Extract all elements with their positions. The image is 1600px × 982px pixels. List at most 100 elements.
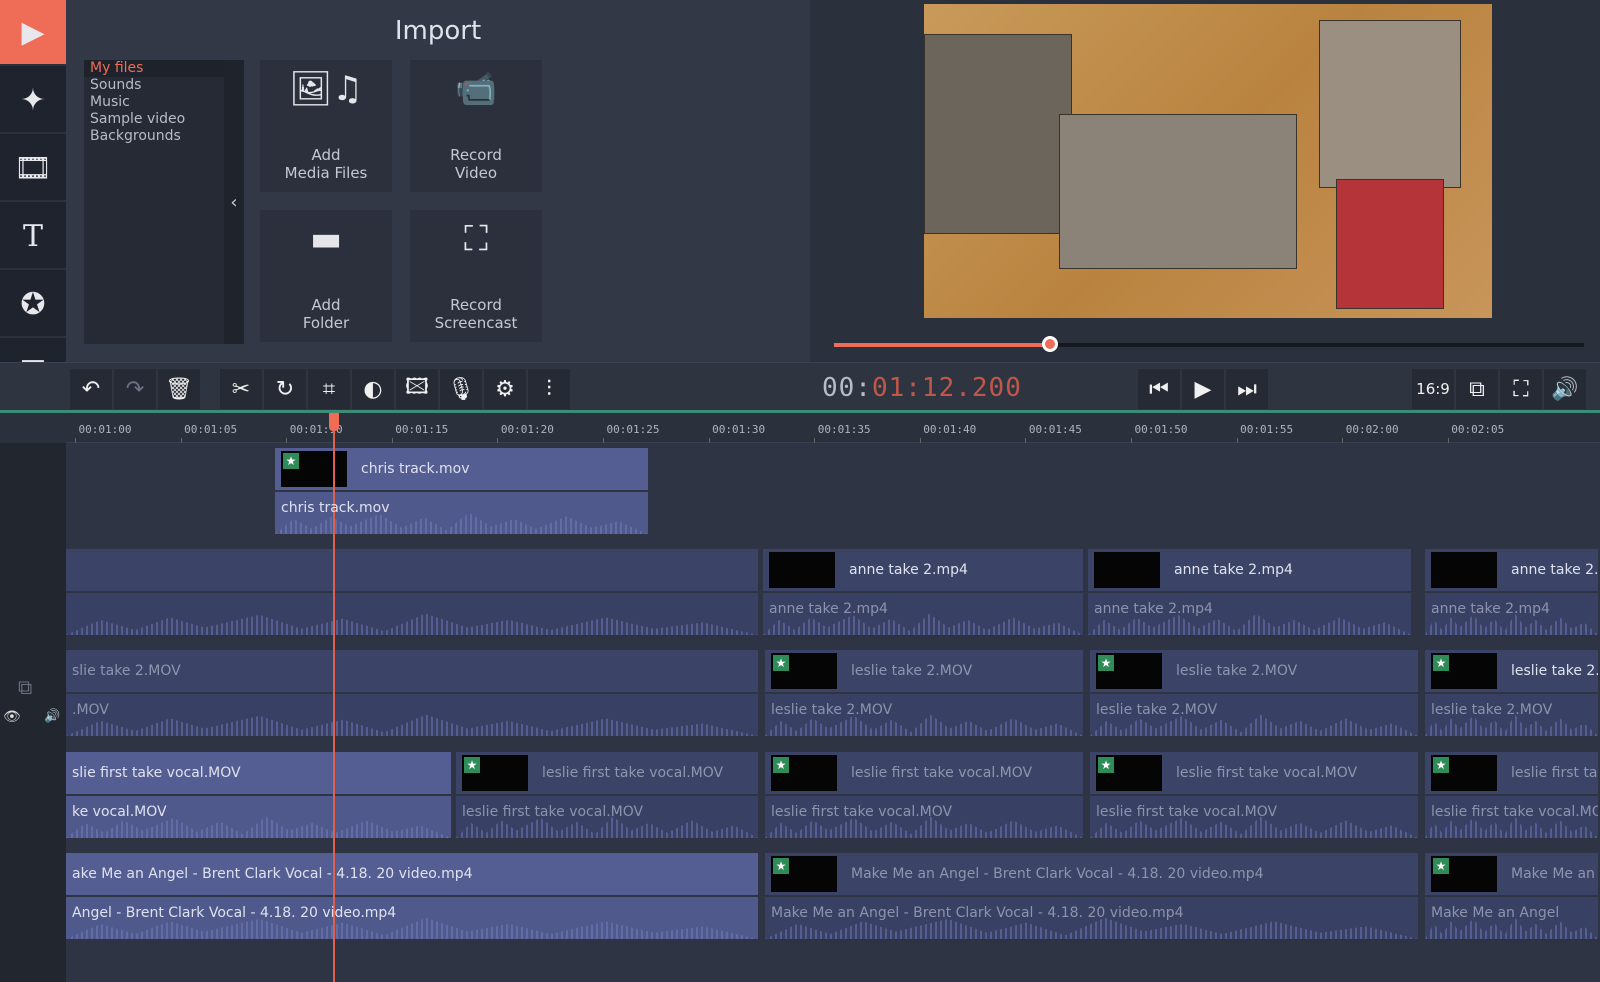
record-video-button[interactable]: 📹 Record Video xyxy=(410,60,542,192)
video-clip[interactable]: ★ leslie first take vocal.MOV xyxy=(456,752,758,794)
audio-clip[interactable]: Angel - Brent Clark Vocal - 4.18. 20 vid… xyxy=(66,897,758,939)
star-icon: ★ xyxy=(464,757,480,773)
audio-clip[interactable]: anne take 2.mp4 xyxy=(1425,593,1598,635)
film-play-icon: ▶ xyxy=(21,14,45,50)
audio-clip[interactable]: leslie take 2.MOV xyxy=(1425,694,1598,736)
video-clip[interactable]: ★ leslie take 2.MOV xyxy=(1425,650,1598,692)
video-participant xyxy=(1059,114,1297,269)
playhead-handle[interactable] xyxy=(329,413,339,431)
video-clip[interactable]: ★ leslie take 2.MOV xyxy=(765,650,1083,692)
clip-label: leslie take 2.MOV xyxy=(1431,702,1553,718)
transitions-tab[interactable]: 🎞 xyxy=(0,136,66,202)
cut-button[interactable]: ✂ xyxy=(220,369,262,409)
titles-tab[interactable]: T xyxy=(0,204,66,270)
skip-back-icon: ⏮ xyxy=(1149,376,1169,402)
color-adjust-button[interactable]: ◐ xyxy=(352,369,394,409)
ruler-label: 00:01:20 xyxy=(500,423,554,436)
category-backgrounds[interactable]: Backgrounds xyxy=(84,128,224,145)
filters-tab[interactable]: ✦ xyxy=(0,68,66,134)
collapse-panel-button[interactable]: ‹ xyxy=(224,60,244,344)
star-icon: ★ xyxy=(773,757,789,773)
rotate-icon: ↻ xyxy=(275,376,295,402)
screencast-icon: ⛶ xyxy=(464,219,488,259)
stickers-tab[interactable]: ✪ xyxy=(0,272,66,338)
audio-clip[interactable]: leslie take 2.MOV xyxy=(1090,694,1418,736)
volume-icon[interactable]: 🔊 xyxy=(44,709,60,724)
audio-clip[interactable]: Make Me an Angel - Brent Clark Vocal - 4… xyxy=(765,897,1418,939)
video-clip[interactable]: anne take 2.mp4 xyxy=(1088,549,1411,591)
rotate-button[interactable]: ↻ xyxy=(264,369,306,409)
video-clip[interactable]: ake Me an Angel - Brent Clark Vocal - 4.… xyxy=(66,853,758,895)
ruler-label: 00:02:00 xyxy=(1345,423,1399,436)
film-transition-icon: 🎞 xyxy=(13,150,53,186)
star-icon: ★ xyxy=(773,858,789,874)
crop-button[interactable]: ⌗ xyxy=(308,369,350,409)
category-sample-video[interactable]: Sample video xyxy=(84,111,224,128)
category-sounds[interactable]: Sounds xyxy=(84,77,224,94)
audio-clip[interactable]: ke vocal.MOV xyxy=(66,796,451,838)
audio-clip[interactable]: leslie first take vocal.MOV xyxy=(765,796,1083,838)
audio-clip[interactable]: .MOV xyxy=(66,694,758,736)
fullscreen-button[interactable]: ⛶ xyxy=(1500,369,1542,409)
clip-properties-button[interactable]: 🖾 xyxy=(396,369,438,409)
clip-label: Make Me an Angel - Brent Clark Vocal - 4… xyxy=(851,866,1264,882)
import-tab[interactable]: ▶ xyxy=(0,0,66,66)
ruler-label: 00:01:40 xyxy=(923,423,977,436)
redo-button[interactable]: ↷ xyxy=(114,369,156,409)
aspect-ratio-button[interactable]: 16:9 xyxy=(1412,369,1454,409)
seek-bar[interactable] xyxy=(834,336,1584,352)
eye-icon[interactable]: 👁 xyxy=(3,709,21,725)
star-icon: ★ xyxy=(1433,757,1449,773)
video-participant xyxy=(1336,179,1444,309)
video-clip[interactable]: ★ Make Me an Angel - Brent Clark Vocal - … xyxy=(765,853,1418,895)
equalizer-button[interactable]: ⫶ xyxy=(528,369,570,409)
timecode: 00:01:12.200 xyxy=(822,373,1022,403)
category-my-files[interactable]: My files xyxy=(84,60,224,77)
audio-clip[interactable]: leslie first take vocal.MOV xyxy=(456,796,758,838)
video-clip[interactable]: ★ leslie take 2.MOV xyxy=(1090,650,1418,692)
delete-button[interactable]: 🗑 xyxy=(158,369,200,409)
category-music[interactable]: Music xyxy=(84,94,224,111)
audio-clip[interactable]: leslie first take vocal.MOV xyxy=(1090,796,1418,838)
audio-clip[interactable]: leslie first take vocal.MOV xyxy=(1425,796,1598,838)
previous-button[interactable]: ⏮ xyxy=(1138,369,1180,409)
detach-preview-button[interactable]: ⧉ xyxy=(1456,369,1498,409)
video-clip[interactable]: slie take 2.MOV xyxy=(66,650,758,692)
audio-clip[interactable]: anne take 2.mp4 xyxy=(763,593,1083,635)
add-media-files-button[interactable]: 🖼♫ Add Media Files xyxy=(260,60,392,192)
ruler-label: 00:01:45 xyxy=(1028,423,1082,436)
play-icon: ▶ xyxy=(1194,376,1212,402)
audio-clip[interactable]: chris track.mov xyxy=(275,492,648,534)
video-clip[interactable]: anne take 2.mp4 xyxy=(763,549,1083,591)
seek-handle[interactable] xyxy=(1042,336,1058,352)
video-clip[interactable]: ★ leslie first take vocal.MOV xyxy=(1425,752,1598,794)
track-stack-icon: ⧉ xyxy=(18,675,33,699)
audio-clip[interactable] xyxy=(66,593,758,635)
audio-clip[interactable]: anne take 2.mp4 xyxy=(1088,593,1411,635)
microphone-icon: 🎙 xyxy=(447,376,475,402)
ruler-label: 00:01:05 xyxy=(184,423,238,436)
undo-button[interactable]: ↶ xyxy=(70,369,112,409)
video-clip[interactable] xyxy=(66,549,758,591)
video-clip[interactable]: ★ leslie first take vocal.MOV xyxy=(765,752,1083,794)
settings-button[interactable]: ⚙ xyxy=(484,369,526,409)
next-button[interactable]: ⏭ xyxy=(1226,369,1268,409)
video-clip[interactable]: ★ chris track.mov xyxy=(275,448,648,490)
video-clip[interactable]: slie first take vocal.MOV xyxy=(66,752,451,794)
audio-clip[interactable]: Make Me an Angel xyxy=(1425,897,1598,939)
tile-label: Folder xyxy=(302,314,350,332)
clip-label: Make Me an Angel - Brent Clark Vocal - 4… xyxy=(771,905,1184,921)
video-clip[interactable]: ★ leslie first take vocal.MOV xyxy=(1090,752,1418,794)
video-clip[interactable]: ★ Make Me an Angel xyxy=(1425,853,1598,895)
clip-label: slie take 2.MOV xyxy=(72,663,181,679)
add-folder-button[interactable]: ▬ Add Folder xyxy=(260,210,392,342)
timeline-ruler[interactable]: 00:01:00 00:01:05 00:01:10 00:01:15 00:01:20… xyxy=(66,413,1600,444)
clip-label: leslie first take vocal.MOV xyxy=(771,804,953,820)
audio-clip[interactable]: leslie take 2.MOV xyxy=(765,694,1083,736)
playhead[interactable] xyxy=(333,413,335,982)
record-audio-button[interactable]: 🎙 xyxy=(440,369,482,409)
volume-button[interactable]: 🔊 xyxy=(1544,369,1586,409)
play-button[interactable]: ▶ xyxy=(1182,369,1224,409)
record-screencast-button[interactable]: ⛶ Record Screencast xyxy=(410,210,542,342)
video-clip[interactable]: anne take 2.mp4 xyxy=(1425,549,1598,591)
